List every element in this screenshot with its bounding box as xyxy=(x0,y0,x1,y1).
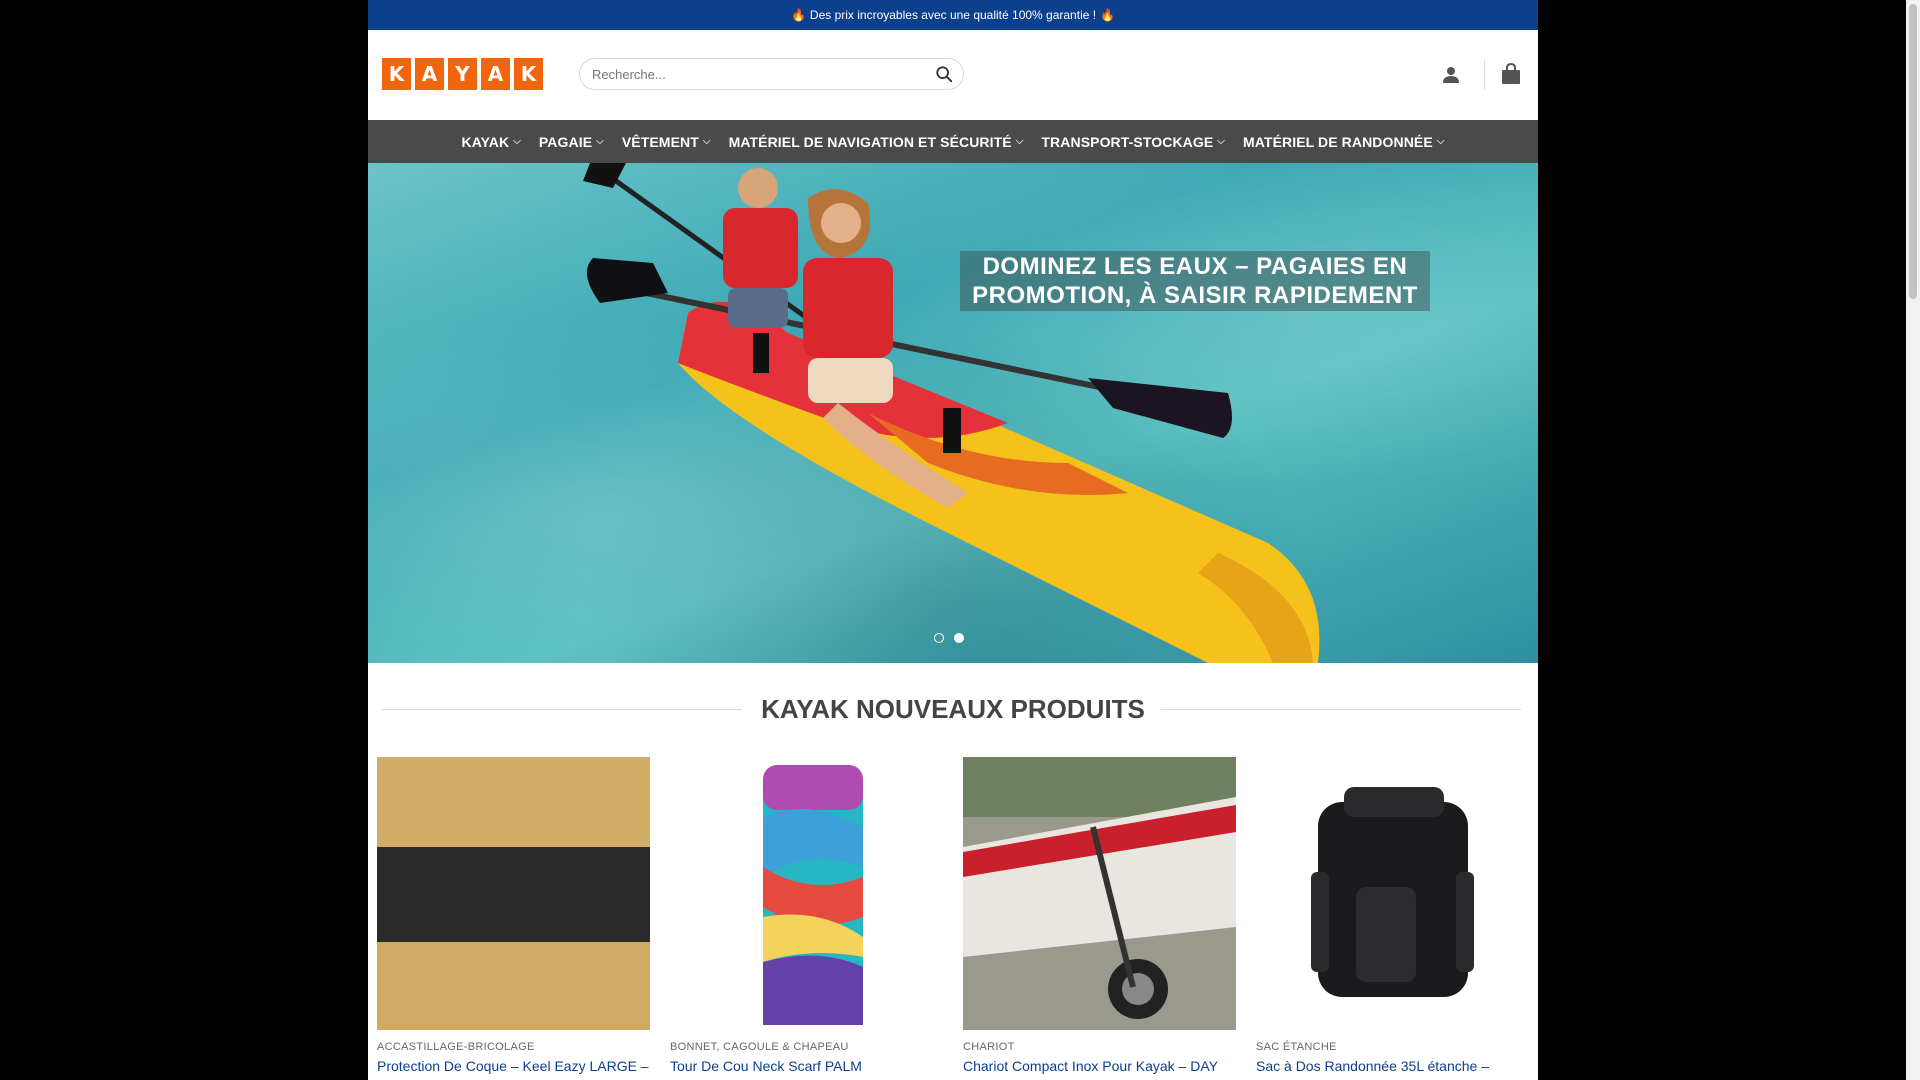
site-logo[interactable]: K A Y A K xyxy=(382,58,547,90)
chevron-down-icon: ⌵ xyxy=(513,136,521,147)
promo-bar: 🔥 Des prix incroyables avec une qualité … xyxy=(368,0,1538,30)
promo-text: Des prix incroyables avec une qualité 10… xyxy=(809,8,1097,22)
hero-title: DOMINEZ LES EAUX – PAGAIES EN PROMOTION,… xyxy=(960,251,1430,311)
nav-label: TRANSPORT-STOCKAGE xyxy=(1041,133,1214,150)
nav-label: MATÉRIEL DE NAVIGATION ET SÉCURITÉ xyxy=(728,133,1012,150)
cart-icon[interactable] xyxy=(1501,63,1521,85)
nav-item-transport-stockage[interactable]: TRANSPORT-STOCKAGE ⌵ xyxy=(1032,134,1234,150)
product-image[interactable] xyxy=(377,757,650,1030)
logo-letter: A xyxy=(415,58,444,90)
product-card[interactable]: ACCASTILLAGE-BRICOLAGE Protection De Coq… xyxy=(377,757,650,1074)
nav-label: PAGAIE xyxy=(538,133,593,150)
nav-item-vetement[interactable]: VÊTEMENT ⌵ xyxy=(613,134,720,150)
logo-letter: K xyxy=(382,58,411,90)
site-header: K A Y A K xyxy=(368,30,1538,120)
product-category[interactable]: BONNET, CAGOULE & CHAPEAU xyxy=(670,1041,943,1053)
hero-slider[interactable]: DOMINEZ LES EAUX – PAGAIES EN PROMOTION,… xyxy=(368,163,1538,663)
chevron-down-icon: ⌵ xyxy=(1015,136,1024,147)
product-category[interactable]: ACCASTILLAGE-BRICOLAGE xyxy=(377,1041,650,1053)
logo-letter: A xyxy=(481,58,510,90)
account-icon[interactable] xyxy=(1442,66,1460,84)
nav-item-randonnee[interactable]: MATÉRIEL DE RANDONNÉE ⌵ xyxy=(1234,134,1454,150)
flame-icon: 🔥 xyxy=(1100,8,1116,22)
product-category[interactable]: SAC ÉTANCHE xyxy=(1256,1041,1529,1053)
product-name[interactable]: Sac à Dos Randonnée 35L étanche – xyxy=(1256,1058,1529,1074)
main-nav: KAYAK ⌵ PAGAIE ⌵ VÊTEMENT ⌵ MATÉRIEL DE … xyxy=(368,120,1538,163)
logo-letter: K xyxy=(514,58,543,90)
section-title: KAYAK NOUVEAUX PRODUITS xyxy=(761,694,1145,724)
header-divider xyxy=(1484,60,1485,90)
scrollbar-thumb[interactable] xyxy=(1909,4,1917,299)
product-image[interactable] xyxy=(1256,757,1529,1030)
nav-item-pagaie[interactable]: PAGAIE ⌵ xyxy=(530,134,613,150)
search-icon[interactable] xyxy=(935,65,953,83)
product-card[interactable]: BONNET, CAGOULE & CHAPEAU Tour De Cou Ne… xyxy=(670,757,943,1074)
search-box xyxy=(579,58,964,90)
product-card[interactable]: CHARIOT Chariot Compact Inox Pour Kayak … xyxy=(963,757,1236,1074)
nav-item-kayak[interactable]: KAYAK ⌵ xyxy=(453,134,530,150)
chevron-down-icon: ⌵ xyxy=(596,136,604,147)
product-name[interactable]: Protection De Coque – Keel Eazy LARGE – xyxy=(377,1058,650,1074)
hero-image-kayak xyxy=(583,163,1320,663)
chevron-down-icon: ⌵ xyxy=(1217,136,1225,147)
chevron-down-icon: ⌵ xyxy=(702,136,711,147)
product-name[interactable]: Tour De Cou Neck Scarf PALM xyxy=(670,1058,943,1074)
nav-item-navigation-securite[interactable]: MATÉRIEL DE NAVIGATION ET SÉCURITÉ ⌵ xyxy=(720,134,1033,150)
product-image[interactable] xyxy=(963,757,1236,1030)
product-category[interactable]: CHARIOT xyxy=(963,1041,1236,1053)
search-input[interactable] xyxy=(590,65,935,83)
slider-dots xyxy=(934,633,964,643)
page: 🔥 Des prix incroyables avec une qualité … xyxy=(368,0,1538,1080)
product-name[interactable]: Chariot Compact Inox Pour Kayak – DAY xyxy=(963,1058,1236,1074)
slider-dot-1[interactable] xyxy=(934,633,944,643)
flame-icon: 🔥 xyxy=(790,8,806,22)
slider-dot-2[interactable] xyxy=(954,633,964,643)
chevron-down-icon: ⌵ xyxy=(1436,136,1445,147)
product-image[interactable] xyxy=(670,757,943,1030)
logo-letter: Y xyxy=(448,58,477,90)
nav-label: VÊTEMENT xyxy=(621,133,699,150)
product-card[interactable]: SAC ÉTANCHE Sac à Dos Randonnée 35L étan… xyxy=(1256,757,1529,1074)
section-header: KAYAK NOUVEAUX PRODUITS xyxy=(368,663,1538,757)
nav-label: KAYAK xyxy=(461,133,510,150)
page-scrollbar[interactable] xyxy=(1906,0,1920,1080)
nav-label: MATÉRIEL DE RANDONNÉE xyxy=(1242,133,1433,150)
